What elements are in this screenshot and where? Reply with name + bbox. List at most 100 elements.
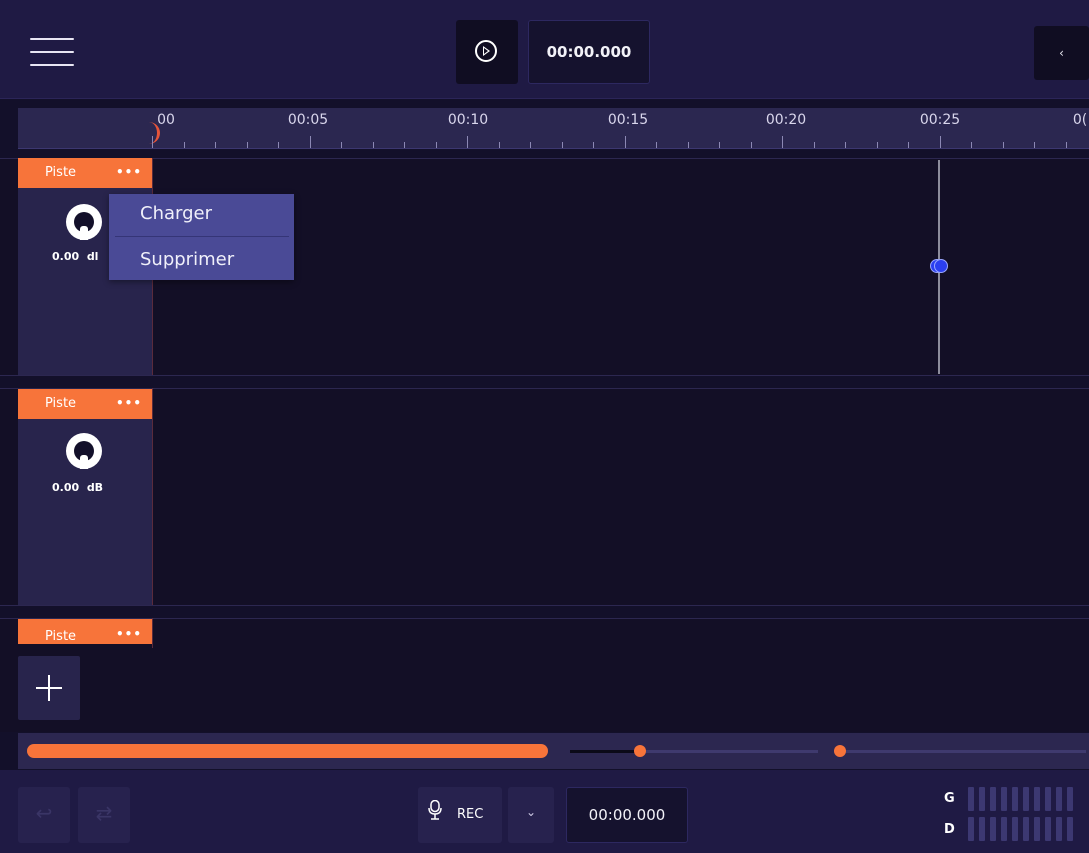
- meter-segment: [1045, 787, 1051, 811]
- add-track-button[interactable]: [18, 656, 80, 720]
- track-context-menu: Charger Supprimer: [109, 194, 294, 280]
- microphone-icon: [428, 800, 442, 820]
- ruler-tick: [1034, 142, 1035, 148]
- horizontal-scrollbar[interactable]: [27, 744, 548, 758]
- gain-value: 0.00 dB: [52, 481, 104, 494]
- redo-button[interactable]: ⇄: [78, 787, 130, 843]
- ruler-tick: [530, 142, 531, 148]
- ruler-tick: [246, 142, 248, 148]
- ruler-label: 00:10: [447, 112, 489, 128]
- meter-right-label: D: [944, 822, 955, 837]
- record-time-display: 00:00.000: [566, 787, 688, 843]
- meter-segment: [1056, 787, 1062, 811]
- ruler-tick: [278, 142, 279, 148]
- track-menu-icon[interactable]: •••: [116, 627, 142, 641]
- vu-meter-right: [968, 817, 1086, 841]
- meter-left-label: G: [944, 791, 955, 806]
- meter-segment: [1012, 787, 1018, 811]
- ruler-tick: [939, 136, 941, 148]
- ruler-tick: [372, 142, 374, 148]
- ruler-tick: [561, 142, 563, 148]
- menu-item-charger[interactable]: Charger: [109, 194, 294, 236]
- meter-segment: [979, 787, 985, 811]
- track-menu-icon[interactable]: •••: [116, 396, 142, 410]
- ruler-tick: [593, 142, 594, 148]
- ruler-tick: [404, 142, 405, 148]
- ruler-tick: [719, 142, 720, 148]
- meter-segment: [1023, 787, 1029, 811]
- timeline-ruler[interactable]: 00 00:05 00:10 00:15 00:20 00:25 0(: [18, 108, 1089, 149]
- collapse-panel-button[interactable]: ‹: [1034, 26, 1089, 80]
- volume-slider[interactable]: [834, 745, 846, 757]
- meter-segment: [1012, 817, 1018, 841]
- ruler-tick: [435, 142, 437, 148]
- track-lane[interactable]: [0, 618, 1089, 732]
- cursor-handle[interactable]: [930, 259, 948, 273]
- redo-icon: ⇄: [95, 801, 113, 825]
- meter-segment: [1045, 817, 1051, 841]
- meter-segment: [968, 817, 974, 841]
- meter-segment: [1067, 817, 1073, 841]
- vu-meter-left: [968, 787, 1086, 811]
- ruler-label: 00:05: [287, 112, 329, 128]
- ruler-tick: [971, 142, 972, 148]
- menu-divider: [115, 236, 289, 237]
- meter-segment: [1001, 787, 1007, 811]
- track-header[interactable]: Piste •••: [18, 619, 152, 644]
- record-label: REC: [457, 807, 484, 822]
- ruler-tick: [498, 142, 500, 148]
- play-button[interactable]: [456, 20, 518, 84]
- gain-knob[interactable]: [66, 204, 102, 240]
- ruler-tick: [782, 136, 783, 148]
- ruler-tick: [656, 142, 657, 148]
- meter-segment: [1034, 787, 1040, 811]
- zoom-slider[interactable]: [634, 745, 646, 757]
- meter-segment: [990, 787, 996, 811]
- ruler-tick: [183, 142, 185, 148]
- ruler-tick: [309, 136, 311, 148]
- track-controls: [18, 388, 152, 605]
- chevron-down-icon: ⌄: [525, 805, 537, 819]
- ruler-tick: [467, 136, 468, 148]
- track-lane[interactable]: [0, 388, 1089, 606]
- ruler-tick: [1065, 142, 1067, 148]
- ruler-tick: [341, 142, 342, 148]
- track-menu-icon[interactable]: •••: [116, 165, 142, 179]
- meter-segment: [1056, 817, 1062, 841]
- ruler-label: 0(: [1072, 112, 1088, 128]
- meter-segment: [968, 787, 974, 811]
- ruler-tick: [1002, 142, 1004, 148]
- ruler-tick: [876, 142, 878, 148]
- meter-segment: [990, 817, 996, 841]
- ruler-tick: [750, 142, 752, 148]
- meter-segment: [1023, 817, 1029, 841]
- ruler-tick: [687, 142, 689, 148]
- menu-item-supprimer[interactable]: Supprimer: [109, 240, 294, 282]
- meter-segment: [1067, 787, 1073, 811]
- ruler-label: 00:25: [919, 112, 961, 128]
- ruler-tick: [813, 142, 815, 148]
- gain-knob[interactable]: [66, 433, 102, 469]
- track-header[interactable]: Piste •••: [18, 158, 152, 188]
- hamburger-menu-icon[interactable]: [30, 38, 74, 66]
- ruler-tick: [152, 136, 153, 148]
- undo-icon: ↩: [35, 801, 53, 825]
- track-name: Piste: [45, 165, 77, 180]
- record-button[interactable]: REC: [418, 787, 502, 843]
- ruler-tick: [845, 142, 846, 148]
- undo-button[interactable]: ↩: [18, 787, 70, 843]
- track-name: Piste: [45, 629, 77, 644]
- ruler-label: 00: [157, 112, 175, 128]
- track-name: Piste: [45, 396, 77, 411]
- meter-segment: [1034, 817, 1040, 841]
- meter-segment: [979, 817, 985, 841]
- time-display: 00:00.000: [528, 20, 650, 84]
- record-options-dropdown[interactable]: ⌄: [508, 787, 554, 843]
- ruler-tick: [215, 142, 216, 148]
- ruler-label: 00:20: [765, 112, 807, 128]
- ruler-tick: [624, 136, 626, 148]
- ruler-tick: [908, 142, 909, 148]
- track-header[interactable]: Piste •••: [18, 389, 152, 419]
- ruler-label: 00:15: [607, 112, 649, 128]
- gain-value: 0.00 dl: [52, 250, 99, 263]
